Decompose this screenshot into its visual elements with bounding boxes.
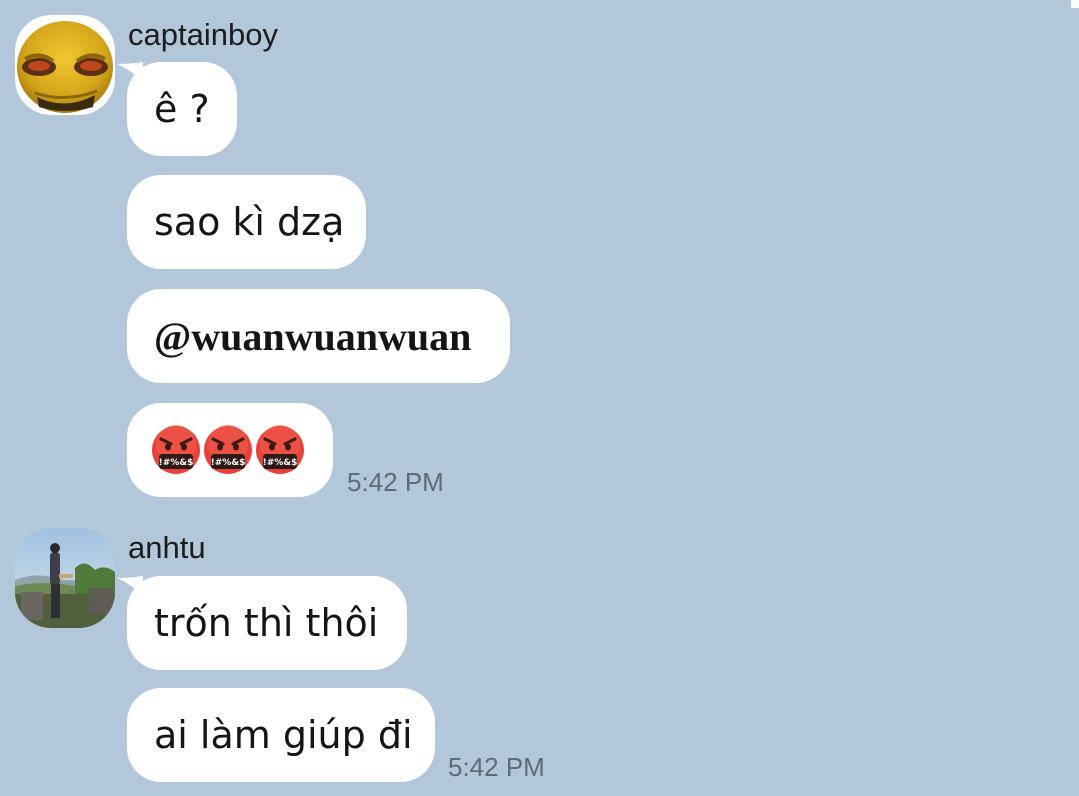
message-bubble[interactable]: sao kì dzạ [127,175,366,269]
message-timestamp: 5:42 PM [448,752,545,782]
message-text: ai làm giúp đi [154,713,413,757]
yellow-cartoon-face-avatar-icon [15,15,115,115]
message-text: sao kì dzạ [154,200,345,244]
emoji-row: !#%&$ !#%&$ !#%&$ [151,425,305,475]
message-timestamp: 5:42 PM [347,467,444,497]
emoji-symbols: !#%&$ [263,458,298,468]
landscape-photo-avatar-icon [15,528,115,628]
message-text: trốn thì thôi [154,601,379,645]
avatar-anhtu[interactable] [15,528,115,628]
sender-name: captainboy [128,17,278,52]
avatar-captainboy[interactable] [15,15,115,115]
message-bubble[interactable]: ê ? [127,62,237,156]
message-bubble[interactable]: @wuanwuanwuan [127,289,510,383]
message-bubble[interactable]: ai làm giúp đi [127,688,435,782]
sender-name: anhtu [128,530,206,565]
mention-link[interactable]: @wuanwuanwuan [154,313,471,360]
message-bubble[interactable]: trốn thì thôi [127,576,407,670]
face-with-symbols-on-mouth-icon: !#%&$ [256,425,304,474]
emoji-symbols: !#%&$ [159,458,194,468]
emoji-symbols: !#%&$ [211,458,246,468]
message-text: ê ? [154,87,210,131]
face-with-symbols-on-mouth-icon: !#%&$ [204,425,252,474]
message-bubble-emoji[interactable]: !#%&$ !#%&$ !#%&$ [127,403,333,497]
scrollbar-thumb[interactable] [1071,0,1079,8]
face-with-symbols-on-mouth-icon: !#%&$ [152,425,200,474]
